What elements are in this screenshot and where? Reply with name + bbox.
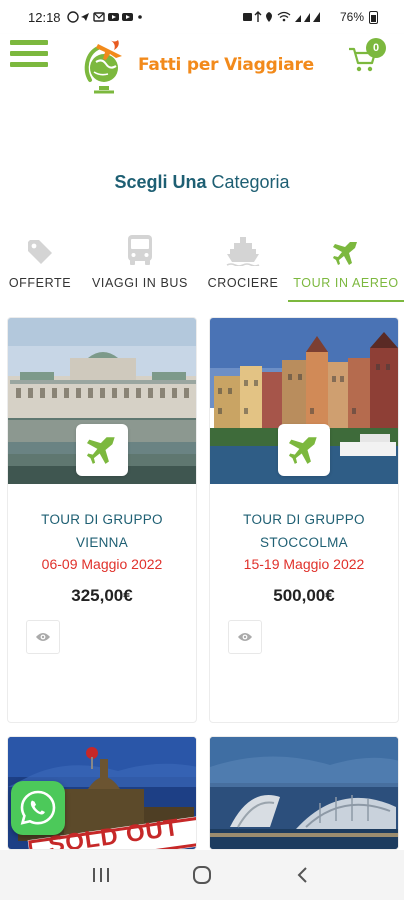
plane-icon [333, 242, 357, 265]
ship-icon [226, 237, 260, 266]
tag-icon [28, 240, 52, 264]
tag-icon-wrap [26, 226, 54, 266]
view-details-button[interactable] [228, 620, 262, 654]
back-button[interactable] [283, 855, 323, 895]
brand-name: Fatti per Viaggiare [138, 55, 314, 75]
menu-bar-icon [10, 51, 48, 56]
section-title-bold: Scegli Una [114, 172, 207, 192]
tour-title-line1: TOUR DI GRUPPO [41, 512, 163, 527]
plane-badge [76, 424, 128, 476]
tour-card-stoccolma[interactable]: TOUR DI GRUPPO STOCCOLMA 15-19 Maggio 20… [209, 317, 399, 723]
category-tabs: OFFERTE VIAGGI IN BUS CROCIERE TOUR IN A… [0, 226, 404, 302]
tour-dates: 15-19 Maggio 2022 [243, 556, 365, 572]
tab-viaggi-in-bus[interactable]: VIAGGI IN BUS [88, 226, 192, 302]
ship-icon-wrap [226, 226, 260, 266]
status-left: 12:18 [28, 10, 147, 25]
tab-offerte[interactable]: OFFERTE [8, 226, 72, 302]
app-header: Fatti per Viaggiare 0 [0, 34, 404, 108]
tab-tour-in-aereo[interactable]: TOUR IN AEREO [288, 226, 404, 302]
section-title: Scegli Una Categoria [0, 172, 404, 193]
recent-apps-button[interactable] [81, 855, 121, 895]
eye-icon [238, 633, 252, 641]
section-title-light: Categoria [206, 172, 290, 192]
globe-plane-logo-icon [84, 40, 122, 94]
recent-apps-icon [92, 868, 109, 882]
home-button[interactable] [182, 855, 222, 895]
tour-card-vienna[interactable]: TOUR DI GRUPPO VIENNA 06-09 Maggio 2022 … [7, 317, 197, 723]
bus-icon [128, 235, 152, 265]
bus-icon-wrap [126, 226, 154, 266]
tour-title: TOUR DI GRUPPO VIENNA [8, 508, 196, 554]
system-status-icon [242, 11, 320, 22]
tour-image-stoccolma [210, 318, 398, 484]
home-icon [192, 866, 211, 884]
main-content: Scegli Una Categoria OFFERTE VIAGGI IN B… [0, 108, 404, 850]
back-icon [297, 867, 308, 883]
tour-card-valencia[interactable] [209, 736, 399, 850]
menu-button[interactable] [10, 40, 48, 70]
tour-dates: 06-09 Maggio 2022 [41, 556, 163, 572]
tour-title-line1: TOUR DI GRUPPO [243, 512, 365, 527]
status-bar: 12:18 76% [0, 0, 404, 34]
status-time: 12:18 [28, 9, 61, 25]
battery-icon [369, 10, 378, 24]
plane-icon [87, 437, 115, 464]
tour-title-line2: VIENNA [75, 535, 129, 550]
system-nav-bar [0, 850, 404, 900]
whatsapp-icon [20, 790, 56, 825]
brand-logo[interactable]: Fatti per Viaggiare [80, 34, 314, 96]
menu-bar-icon [10, 40, 48, 45]
tab-label: OFFERTE [8, 276, 72, 290]
notification-glyphs-icon [66, 11, 142, 23]
tab-label: TOUR IN AEREO [293, 276, 399, 290]
tour-image-vienna [8, 318, 196, 484]
plane-icon [289, 437, 317, 464]
view-details-button[interactable] [26, 620, 60, 654]
cart-button[interactable]: 0 [348, 38, 392, 74]
cart-count-badge: 0 [366, 38, 386, 58]
tab-crociere[interactable]: CROCIERE [206, 226, 280, 302]
tab-label: CROCIERE [207, 276, 279, 290]
whatsapp-button[interactable] [11, 781, 65, 835]
status-right: 76% [242, 10, 378, 24]
tour-title: TOUR DI GRUPPO STOCCOLMA [210, 508, 398, 554]
tab-label: VIAGGI IN BUS [91, 276, 188, 290]
plane-icon-wrap [333, 226, 359, 266]
menu-bar-icon [10, 62, 48, 67]
tour-price: 500,00€ [273, 586, 335, 605]
notification-icons [66, 11, 147, 23]
tour-price: 325,00€ [71, 586, 133, 605]
eye-icon [36, 633, 50, 641]
plane-badge [278, 424, 330, 476]
tour-title-line2: STOCCOLMA [260, 535, 348, 550]
valencia-arts-image [210, 737, 398, 849]
battery-percent: 76% [339, 10, 364, 24]
